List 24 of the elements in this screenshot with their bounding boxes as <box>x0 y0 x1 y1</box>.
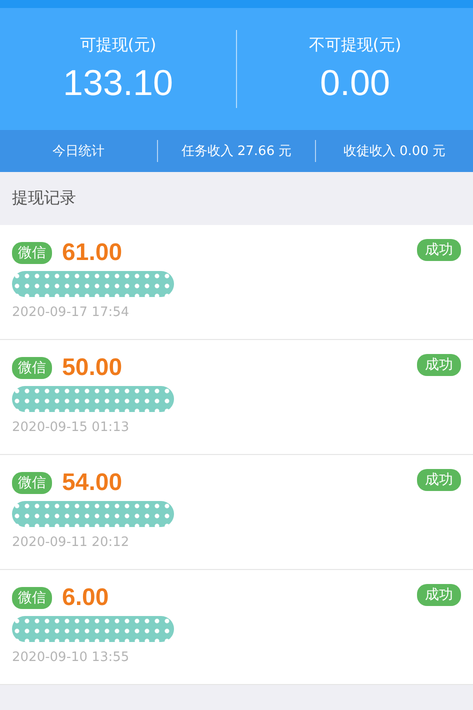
amount-text: 50.00 <box>62 354 122 382</box>
amount-text: 54.00 <box>62 469 122 497</box>
balance-value: 133.10 <box>62 62 174 104</box>
method-tag: 微信 <box>12 587 52 609</box>
status-tag: 成功 <box>417 354 461 376</box>
method-tag: 微信 <box>12 242 52 264</box>
status-tag: 成功 <box>417 239 461 261</box>
method-tag: 微信 <box>12 357 52 379</box>
amount-text: 6.00 <box>62 584 109 612</box>
date-text: 2020-09-11 20:12 <box>12 535 130 550</box>
section-title: 提现记录 <box>11 187 77 209</box>
stat-text: 今日统计 <box>52 143 106 160</box>
amount-text: 61.00 <box>62 239 122 267</box>
balance-value: 0.00 <box>320 62 390 104</box>
date-text: 2020-09-15 01:13 <box>12 420 130 435</box>
balance-label: 不可提现(元) <box>308 34 402 56</box>
stat-text: 任务收入 27.66 元 <box>180 143 293 160</box>
status-tag: 成功 <box>417 584 461 606</box>
method-tag: 微信 <box>12 472 52 494</box>
balance-label: 可提现(元) <box>80 34 156 56</box>
date-text: 2020-09-17 17:54 <box>12 305 130 320</box>
date-text: 2020-09-10 13:55 <box>12 650 130 665</box>
status-tag: 成功 <box>417 469 461 491</box>
stat-text: 收徒收入 0.00 元 <box>342 143 447 160</box>
